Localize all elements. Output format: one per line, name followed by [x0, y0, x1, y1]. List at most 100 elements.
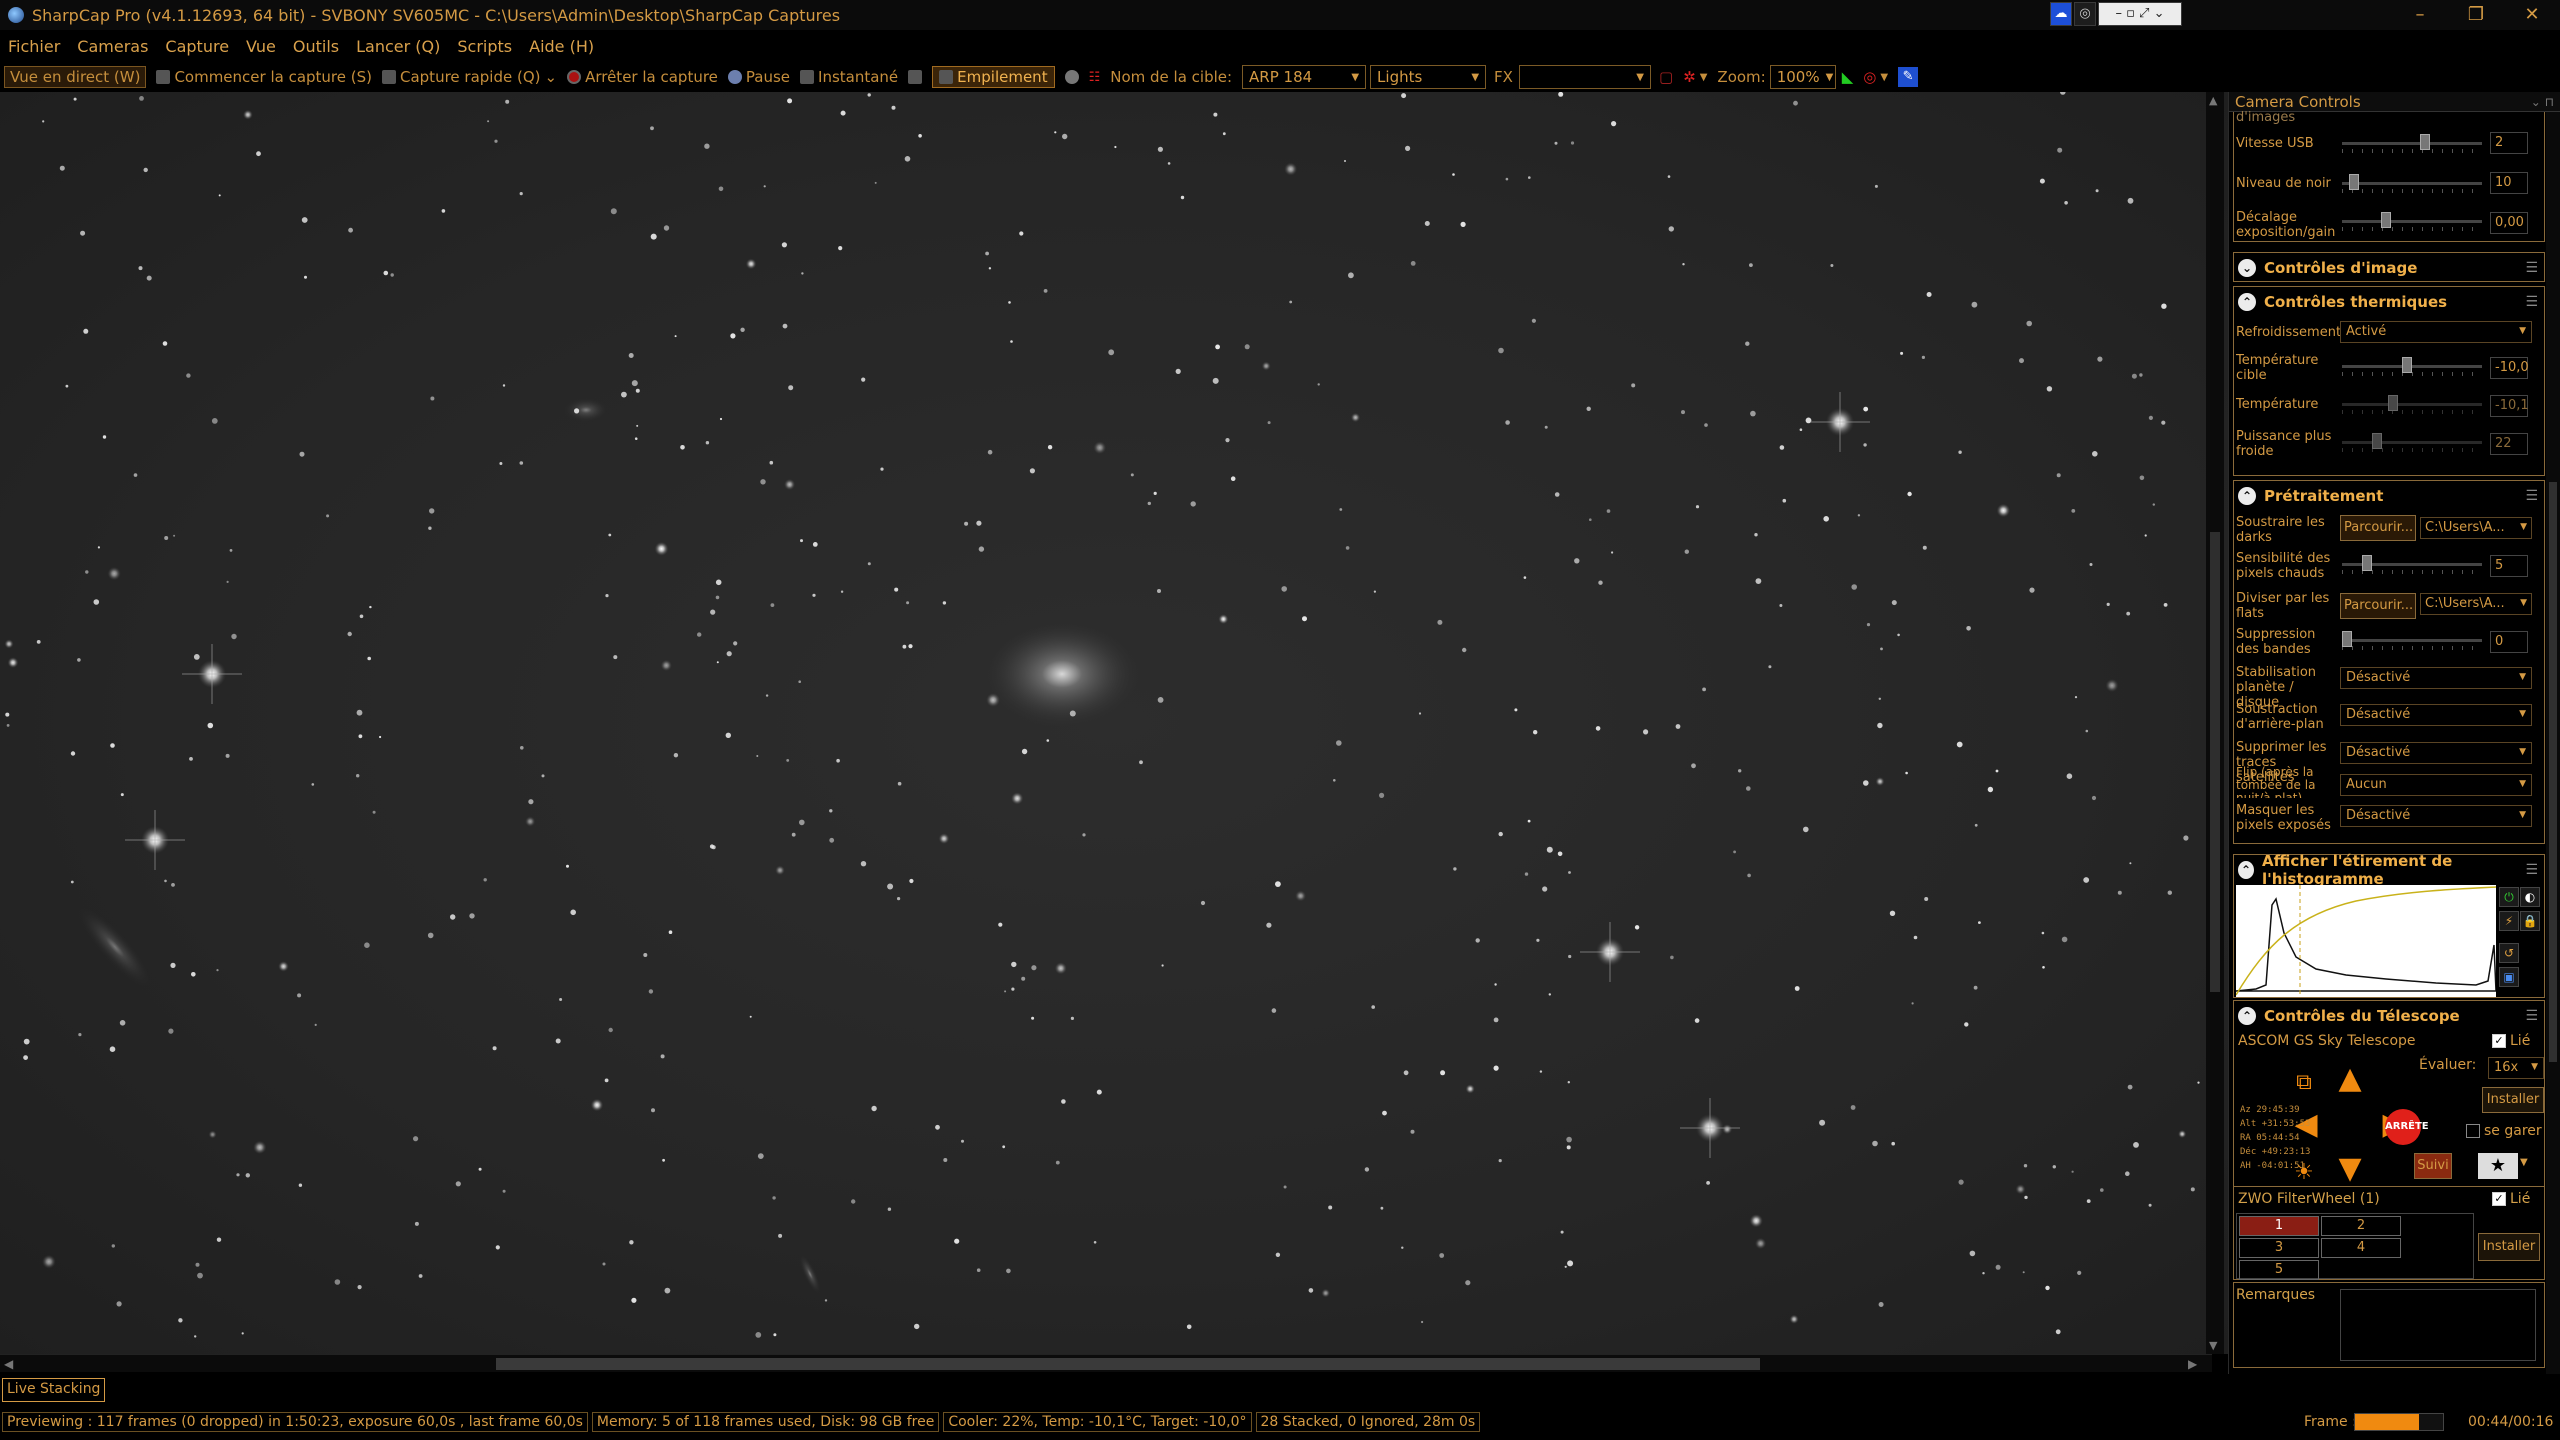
- filter-slot-3[interactable]: 3: [2239, 1238, 2319, 1258]
- lightning-icon[interactable]: ⚡: [2499, 911, 2519, 931]
- cloud-icon[interactable]: ☁: [2050, 2, 2072, 26]
- target-temp-slider[interactable]: [2342, 357, 2482, 377]
- restore-icon[interactable]: ❐: [2448, 0, 2504, 30]
- filter-slot-4[interactable]: 4: [2321, 1238, 2401, 1258]
- menu-tools[interactable]: Outils: [293, 37, 339, 56]
- panel-scrollbar[interactable]: [2546, 112, 2560, 1374]
- snapshot-button[interactable]: Instantané: [800, 68, 898, 86]
- viewport-vertical-scrollbar[interactable]: ▲ ▼: [2206, 92, 2224, 1354]
- start-capture-button[interactable]: Commencer la capture (S): [156, 68, 372, 86]
- stabilization-select[interactable]: Désactivé ▼: [2340, 667, 2532, 689]
- flip-select[interactable]: Aucun ▼: [2340, 774, 2532, 796]
- pin-icon[interactable]: ⌄ ⊓: [2531, 95, 2554, 109]
- reset-icon[interactable]: ↺: [2499, 943, 2519, 963]
- histogram-header[interactable]: ⌃ Afficher l'étirement de l'histogramme ☰: [2234, 852, 2544, 888]
- minimize-icon[interactable]: –: [2392, 0, 2448, 30]
- live-view-button[interactable]: Vue en direct (W): [4, 66, 147, 88]
- hamburger-icon[interactable]: ☰: [2525, 260, 2538, 276]
- hamburger-icon[interactable]: ☰: [2525, 862, 2538, 878]
- banding-input[interactable]: 0: [2490, 631, 2528, 653]
- monitor-button[interactable]: [908, 70, 923, 84]
- filter-slot-2[interactable]: 2: [2321, 1216, 2401, 1236]
- flats-path-select[interactable]: C:\Users\A... ▼: [2420, 593, 2532, 615]
- menu-capture[interactable]: Capture: [165, 37, 229, 56]
- image-viewport[interactable]: [0, 92, 2228, 1354]
- close-icon[interactable]: ✕: [2504, 0, 2560, 30]
- telescope-linked-checkbox[interactable]: ✓ Lié: [2492, 1033, 2530, 1049]
- frame-type-select[interactable]: Lights ▼: [1370, 65, 1487, 89]
- quick-capture-button[interactable]: Capture rapide (Q) ⌄: [382, 68, 557, 86]
- reticle-button[interactable]: ✲ ▼: [1683, 68, 1707, 86]
- target-name-select[interactable]: ARP 184 ▼: [1242, 65, 1367, 89]
- pause-button[interactable]: Pause: [727, 68, 790, 86]
- track-button[interactable]: Suivi: [2414, 1153, 2452, 1179]
- focus-button[interactable]: ◎ ▼: [1863, 68, 1888, 86]
- menu-view[interactable]: Vue: [246, 37, 276, 56]
- histogram-plot[interactable]: [2235, 885, 2497, 997]
- filterwheel-setup-button[interactable]: Installer: [2478, 1233, 2540, 1261]
- chevron-down-icon[interactable]: ▼: [1880, 72, 1888, 83]
- exposure-offset-slider[interactable]: [2342, 212, 2482, 232]
- menu-scripts[interactable]: Scripts: [457, 37, 512, 56]
- mask-select[interactable]: Désactivé ▼: [2340, 805, 2532, 827]
- notes-textarea[interactable]: [2340, 1289, 2536, 1361]
- record-button[interactable]: [1064, 70, 1079, 84]
- move-north-icon[interactable]: ▲: [2334, 1063, 2366, 1095]
- window-tools-icon[interactable]: – ▫ ⤢ ⌄: [2098, 2, 2182, 26]
- polar-align-button[interactable]: ✎: [1898, 67, 1919, 87]
- crosshair-button[interactable]: ▢: [1659, 68, 1673, 86]
- black-level-slider[interactable]: [2342, 174, 2482, 194]
- chevron-down-icon[interactable]: ▼: [2520, 1157, 2528, 1168]
- menu-file[interactable]: Fichier: [8, 37, 60, 56]
- menu-launch[interactable]: Lancer (Q): [356, 37, 440, 56]
- filterwheel-linked-checkbox[interactable]: ✓ Lié: [2492, 1191, 2530, 1207]
- darks-path-select[interactable]: C:\Users\A... ▼: [2420, 517, 2532, 539]
- viewport-horizontal-scrollbar[interactable]: ◀ ▶: [0, 1354, 2212, 1372]
- image-controls-header[interactable]: ⌄ Contrôles d'image ☰: [2234, 253, 2544, 283]
- stop-telescope-button[interactable]: ARRÊTE: [2385, 1109, 2429, 1145]
- globe-icon[interactable]: ◎: [2074, 2, 2096, 26]
- hot-pixels-slider[interactable]: [2342, 555, 2482, 575]
- lock-icon[interactable]: 🔒: [2520, 911, 2540, 931]
- hamburger-icon[interactable]: ☰: [2525, 1008, 2538, 1024]
- menu-help[interactable]: Aide (H): [529, 37, 594, 56]
- usb-speed-slider[interactable]: [2342, 134, 2482, 154]
- chevron-down-icon[interactable]: ▼: [1700, 72, 1708, 83]
- histogram-button[interactable]: ◣: [1842, 68, 1854, 86]
- rate-select[interactable]: 16x ▼: [2488, 1057, 2544, 1079]
- preprocessing-header[interactable]: ⌃ Prétraitement ☰: [2234, 481, 2544, 511]
- live-stacking-tab[interactable]: Live Stacking: [2, 1378, 106, 1402]
- zoom-select[interactable]: 100% ▼: [1769, 65, 1836, 89]
- menu-cameras[interactable]: Cameras: [77, 37, 148, 56]
- telescope-setup-button[interactable]: Installer: [2482, 1087, 2544, 1113]
- thermal-header[interactable]: ⌃ Contrôles thermiques ☰: [2234, 287, 2544, 317]
- telescope-header[interactable]: ⌃ Contrôles du Télescope ☰: [2234, 1001, 2544, 1031]
- filter-slot-1[interactable]: 1: [2239, 1216, 2319, 1236]
- power-icon[interactable]: ⏻: [2499, 887, 2519, 907]
- hamburger-icon[interactable]: ☰: [2525, 294, 2538, 310]
- hot-pixels-input[interactable]: 5: [2490, 555, 2528, 577]
- goto-icon[interactable]: ⧉: [2288, 1067, 2320, 1099]
- flats-browse-button[interactable]: Parcourir...: [2340, 593, 2416, 619]
- target-icon-button[interactable]: ☷: [1089, 70, 1101, 85]
- satellite-select[interactable]: Désactivé ▼: [2340, 742, 2532, 764]
- fx-select[interactable]: ▼: [1518, 65, 1651, 89]
- star-icon[interactable]: ★: [2478, 1153, 2518, 1179]
- banding-slider[interactable]: [2342, 631, 2482, 651]
- darks-browse-button[interactable]: Parcourir...: [2340, 515, 2416, 541]
- cooling-select[interactable]: Activé ▼: [2340, 321, 2532, 343]
- move-south-icon[interactable]: ▼: [2334, 1153, 2366, 1185]
- contrast-icon[interactable]: ◐: [2520, 887, 2540, 907]
- park-checkbox[interactable]: se garer: [2466, 1123, 2542, 1139]
- save-icon[interactable]: ▣: [2499, 967, 2519, 987]
- stop-capture-button[interactable]: Arrêter la capture: [567, 68, 718, 86]
- filter-slot-5[interactable]: 5: [2239, 1260, 2319, 1280]
- hamburger-icon[interactable]: ☰: [2525, 488, 2538, 504]
- stacking-button[interactable]: Empilement: [932, 66, 1055, 88]
- usb-speed-input[interactable]: 2: [2490, 132, 2528, 154]
- exposure-offset-input[interactable]: 0,00: [2490, 212, 2528, 234]
- background-select[interactable]: Désactivé ▼: [2340, 704, 2532, 726]
- target-temp-input[interactable]: -10,0: [2490, 357, 2529, 379]
- chevron-down-icon[interactable]: ⌄: [545, 68, 558, 86]
- black-level-input[interactable]: 10: [2490, 172, 2528, 194]
